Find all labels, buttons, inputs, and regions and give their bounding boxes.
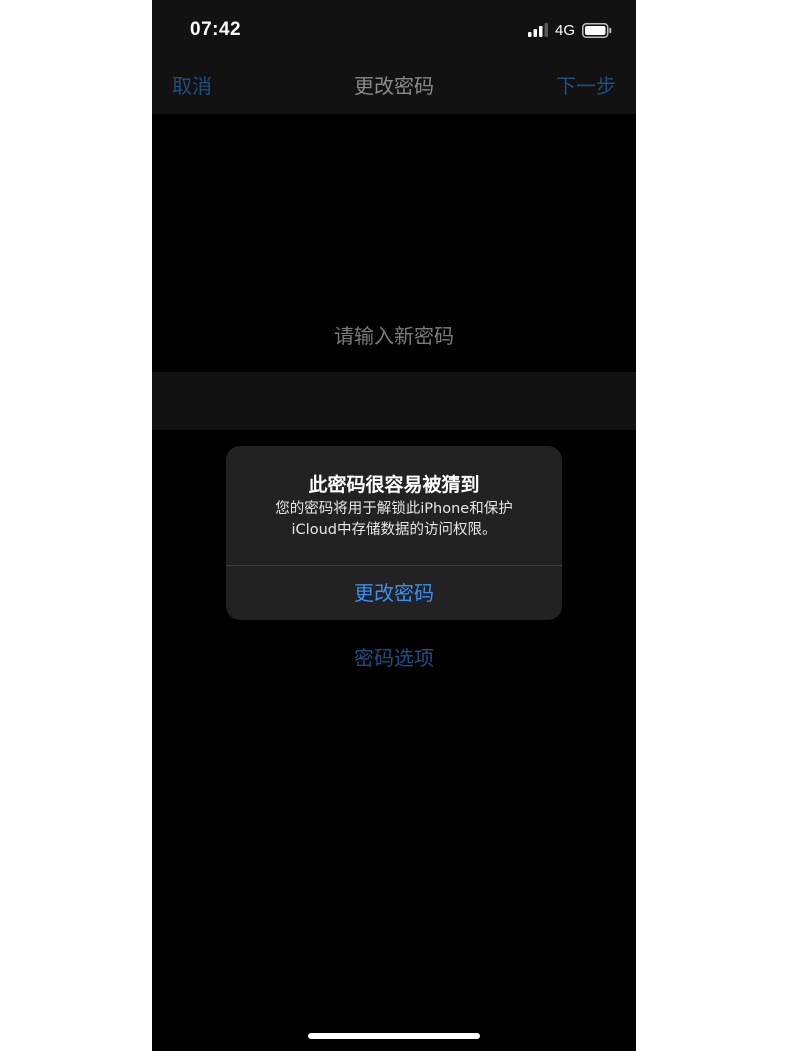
passcode-options-button[interactable]: 密码选项 — [152, 642, 636, 671]
change-passcode-button[interactable]: 更改密码 — [226, 566, 562, 620]
status-bar: 07:42 4G — [152, 0, 636, 60]
alert-message-line-1: 您的密码将用于解锁此iPhone和保护 — [275, 501, 513, 517]
passcode-input-field[interactable] — [152, 372, 636, 430]
weak-passcode-alert: 此密码很容易被猜到 您的密码将用于解锁此iPhone和保护 iCloud中存储数… — [226, 446, 562, 620]
network-type: 4G — [555, 22, 576, 39]
next-button[interactable]: 下一步 — [556, 73, 616, 99]
signal-bars-icon — [528, 23, 548, 37]
home-indicator[interactable] — [308, 1033, 480, 1039]
battery-icon — [582, 23, 612, 38]
phone-screen: 07:42 4G 取消 更改密码 下一步 请输入新密码 密码选项 此密码很容易被… — [152, 0, 636, 1051]
alert-message: 您的密码将用于解锁此iPhone和保护 iCloud中存储数据的访问权限。 — [250, 499, 538, 541]
new-password-prompt: 请输入新密码 — [334, 324, 454, 348]
navigation-bar: 取消 更改密码 下一步 — [152, 60, 636, 114]
alert-title: 此密码很容易被猜到 — [308, 474, 480, 496]
alert-message-line-2: iCloud中存储数据的访问权限。 — [291, 522, 497, 538]
status-time: 07:42 — [190, 19, 242, 40]
